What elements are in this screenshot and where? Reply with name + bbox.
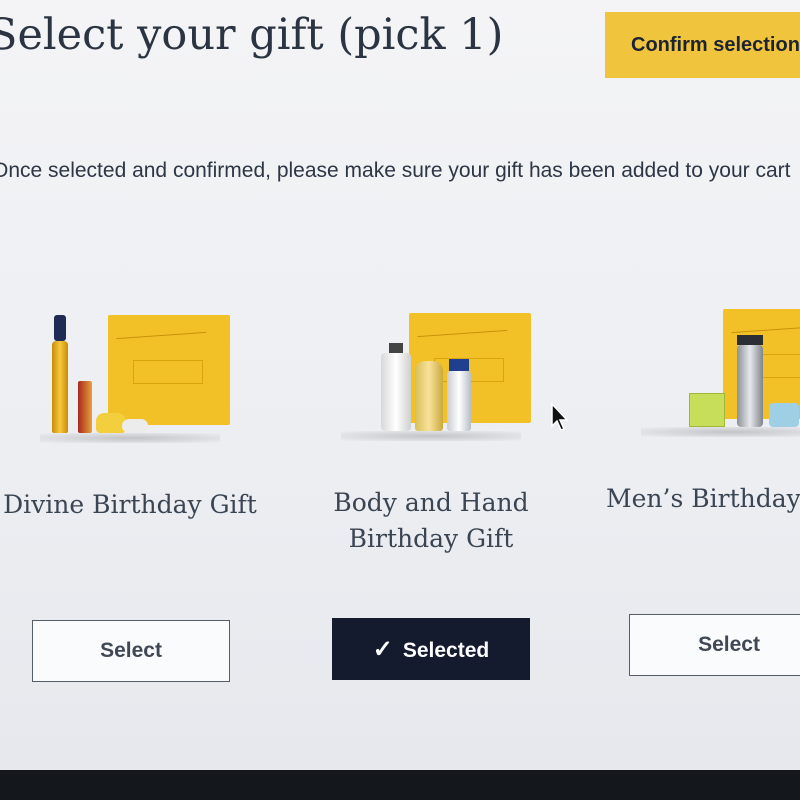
gift-box-image	[108, 315, 230, 425]
page-title: Select your gift (pick 1)	[0, 10, 504, 60]
cart-notice: Once selected and confirmed, please make…	[0, 159, 791, 182]
select-button-mens[interactable]: Select	[629, 614, 800, 676]
select-button-divine[interactable]: Select	[32, 620, 230, 682]
gift-name: Divine Birthday Gift	[3, 490, 257, 519]
selected-label: Selected	[402, 638, 490, 662]
confirm-selection-button[interactable]: Confirm selection	[605, 12, 800, 78]
gift-card-body-hand: Body and Hand Birthday Gift	[296, 298, 566, 557]
gift-image-mens	[631, 294, 800, 439]
mouse-cursor-icon	[551, 402, 569, 431]
gift-card-mens: Men’s Birthday Gift	[596, 294, 800, 517]
gift-image-divine	[30, 300, 230, 445]
gift-name: Body and Hand Birthday Gift	[333, 488, 529, 553]
gift-name: Men’s Birthday Gift	[606, 484, 800, 513]
monitor-bezel	[0, 770, 800, 800]
gift-image-body-hand	[331, 298, 531, 443]
check-icon: ✓	[372, 635, 393, 663]
gift-card-divine: Divine Birthday Gift	[0, 300, 265, 523]
screen: Select your gift (pick 1) Confirm select…	[0, 0, 800, 770]
select-button-body-hand[interactable]: ✓ Selected	[332, 618, 530, 680]
